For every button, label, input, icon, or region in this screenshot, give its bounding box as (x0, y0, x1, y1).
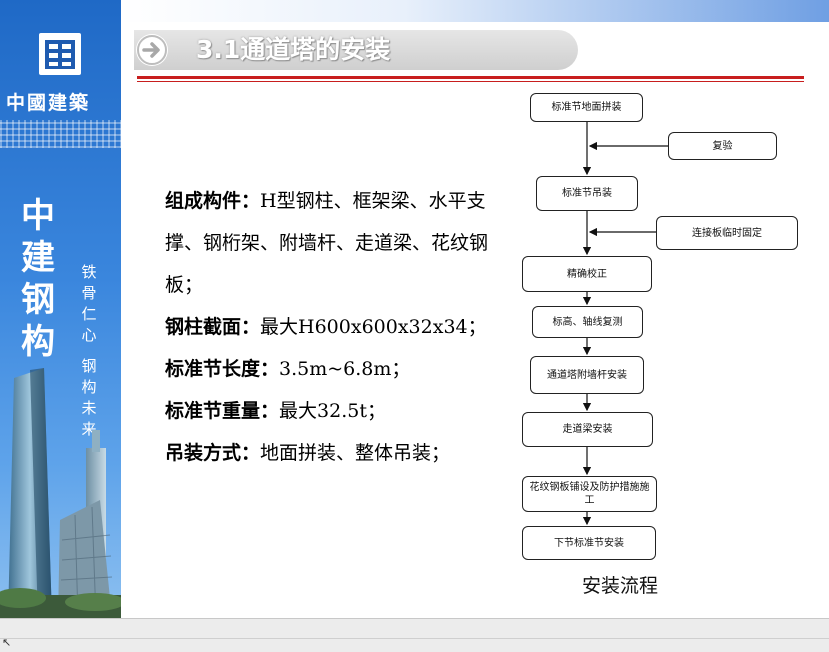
flow-step-next-section: 下节标准节安装 (522, 526, 656, 560)
installation-flowchart: 标准节地面拼装 复验 标准节吊装 连接板临时固定 精确校正 标高、轴线复测 通道… (500, 86, 820, 606)
slogan-1: 铁骨仁心 (81, 263, 97, 344)
flow-step-precise-correction: 精确校正 (522, 256, 652, 292)
component-description: 组成构件：H型钢柱、框架梁、水平支撑、钢桁架、附墙杆、走道梁、花纹钢板； 钢柱截… (124, 180, 518, 474)
window-bottom-bar (0, 618, 829, 652)
title-divider-thick (137, 76, 804, 79)
content-line-length: 标准节长度：3.5m~6.8m； (165, 358, 411, 380)
top-gradient-strip (121, 0, 829, 22)
brand-vertical-text: 中建钢构 (21, 196, 55, 362)
content-line-components: 组成构件：H型钢柱、框架梁、水平支撑、钢桁架、附墙杆、走道梁、花纹钢板； (165, 190, 489, 296)
content-line-lifting: 吊装方式：地面拼装、整体吊装； (165, 442, 451, 464)
page-title: 3.1通道塔的安装 (196, 35, 391, 64)
flow-step-elevation-recheck: 标高、轴线复测 (532, 306, 643, 338)
skyline-illustration (0, 368, 121, 618)
flow-step-walkway-beam: 走道梁安装 (522, 412, 653, 447)
decorative-grid (0, 120, 121, 148)
title-divider-thin (137, 81, 804, 82)
flow-step-ground-assembly: 标准节地面拼装 (530, 93, 643, 122)
flow-side-temp-fixing: 连接板临时固定 (656, 216, 798, 250)
flow-step-hoisting: 标准节吊装 (536, 176, 638, 211)
content-line-weight: 标准节重量：最大32.5t； (165, 400, 386, 422)
cscec-logo-icon (39, 33, 81, 75)
cursor-icon: ↖ (2, 636, 12, 649)
brand-sidebar: 中國建築 中建钢构 铁骨仁心 钢构未来 (0, 0, 121, 618)
flow-step-wall-brace-install: 通道塔附墙杆安装 (530, 356, 644, 394)
content-line-section: 钢柱截面：最大H600x600x32x34； (165, 316, 487, 338)
flow-side-reinspection: 复验 (668, 132, 777, 160)
flowchart-caption: 安装流程 (582, 575, 659, 597)
company-name: 中國建築 (6, 92, 91, 114)
arrow-right-icon (136, 34, 168, 66)
flow-step-checker-plate: 花纹钢板铺设及防护措施施工 (522, 476, 657, 512)
